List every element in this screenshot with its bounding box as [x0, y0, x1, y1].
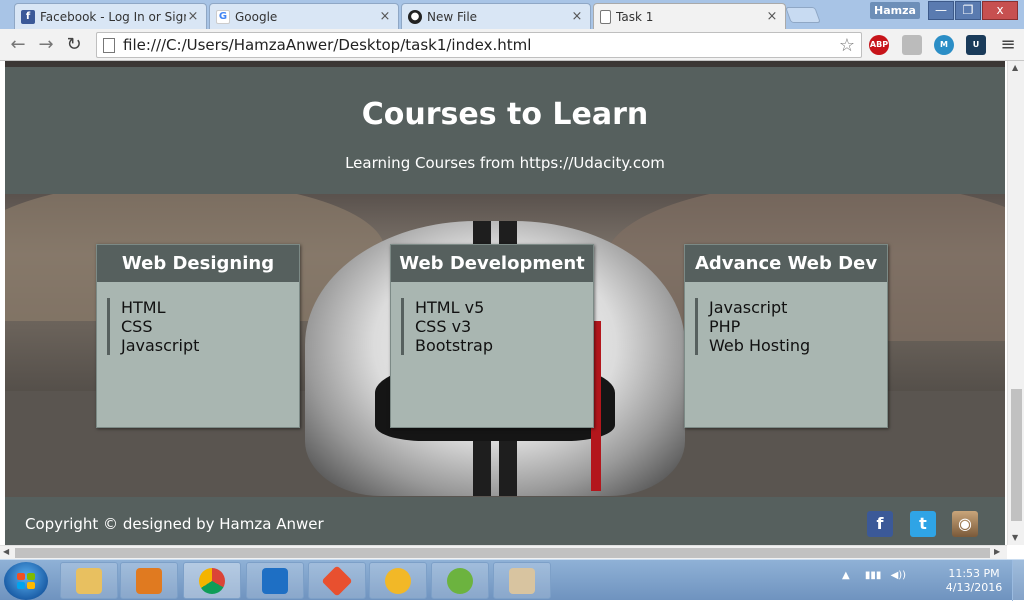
menu-icon[interactable]: ≡ [996, 33, 1020, 57]
extension-u-icon[interactable]: U [966, 35, 986, 55]
page-subtitle: Learning Courses from https://Udacity.co… [345, 154, 665, 172]
taskbar-media-player[interactable] [120, 562, 178, 599]
course-list: HTML v5 CSS v3 Bootstrap [401, 298, 593, 355]
card-title: Web Designing [97, 245, 299, 282]
card-title: Web Development [391, 245, 593, 282]
scroll-thumb[interactable] [15, 548, 990, 558]
page-icon [600, 9, 611, 24]
list-item: Javascript [121, 336, 200, 355]
tab-google[interactable]: G Google × [209, 3, 399, 29]
new-tab-button[interactable] [785, 7, 821, 23]
volume-icon[interactable]: ◀)) [891, 570, 907, 581]
facebook-icon[interactable]: f [867, 511, 893, 537]
shield-icon[interactable] [902, 35, 922, 55]
chrome-canary-icon [385, 567, 411, 594]
reload-icon[interactable]: ↻ [62, 33, 86, 57]
windows-taskbar: ▲ ▮▮▮ ◀)) 11:53 PM 4/13/2016 [0, 559, 1024, 601]
minimize-button[interactable]: — [928, 1, 954, 20]
page-icon [103, 37, 115, 53]
taskbar-clock[interactable]: 11:53 PM 4/13/2016 [940, 567, 1008, 595]
bookmark-star-icon[interactable]: ☆ [839, 35, 855, 56]
scroll-right-icon[interactable]: ▶ [994, 547, 1000, 556]
tray-expand-icon[interactable]: ▲ [842, 570, 850, 581]
window-close-button[interactable]: x [982, 1, 1018, 20]
tab-label: Facebook - Log In or Sign [40, 9, 186, 24]
media-player-icon [136, 567, 162, 594]
taskbar-explorer[interactable] [60, 562, 118, 599]
taskbar-chrome[interactable] [183, 562, 241, 599]
taskbar-vscode[interactable] [246, 562, 304, 599]
clock-date: 4/13/2016 [945, 581, 1003, 594]
folder-icon [76, 567, 102, 594]
scroll-thumb[interactable] [1011, 389, 1022, 521]
scroll-up-icon[interactable]: ▲ [1012, 63, 1018, 72]
list-item: Bootstrap [415, 336, 493, 355]
maximize-button[interactable]: ❐ [955, 1, 981, 20]
tab-new-file[interactable]: ● New File × [401, 3, 591, 29]
browser-tab-strip: f Facebook - Log In or Sign × G Google ×… [0, 0, 1024, 29]
list-item: CSS [121, 317, 153, 336]
list-item: HTML v5 [415, 298, 485, 317]
show-desktop-button[interactable] [1012, 560, 1024, 601]
browser-toolbar: ← → ↻ file:///C:/Users/HamzaAnwer/Deskto… [0, 29, 1024, 61]
page-viewport: Courses to Learn Learning Courses from h… [0, 61, 1024, 545]
list-item: Javascript [709, 298, 788, 317]
page-footer: Copyright © designed by Hamza Anwer f t … [5, 497, 1005, 545]
chrome-icon [199, 567, 225, 594]
taskbar-chrome-canary[interactable] [369, 562, 427, 599]
windows-logo-icon [17, 573, 35, 589]
start-button[interactable] [4, 562, 48, 600]
clock-time: 11:53 PM [948, 567, 1000, 580]
vertical-scrollbar[interactable]: ▲ ▼ [1007, 61, 1024, 545]
git-icon [321, 564, 353, 597]
tab-label: Google [235, 9, 278, 24]
google-icon: G [216, 9, 230, 24]
copyright-text: Copyright © designed by Hamza Anwer [25, 515, 324, 533]
list-item: PHP [709, 317, 741, 336]
forward-icon[interactable]: → [34, 33, 58, 57]
extension-m-icon[interactable]: M [934, 35, 954, 55]
paint-icon [509, 567, 535, 594]
tab-label: Task 1 [616, 9, 654, 24]
close-icon[interactable]: × [570, 9, 584, 24]
profile-button[interactable]: Hamza [870, 2, 920, 19]
page-header: Courses to Learn Learning Courses from h… [5, 67, 1005, 194]
taskbar-git[interactable] [308, 562, 366, 599]
close-icon[interactable]: × [186, 9, 200, 24]
taskbar-utorrent[interactable] [431, 562, 489, 599]
card-title: Advance Web Dev [685, 245, 887, 282]
list-item: CSS v3 [415, 317, 472, 336]
tab-task1[interactable]: Task 1 × [593, 3, 786, 29]
system-tray: ▲ ▮▮▮ ◀)) [842, 570, 906, 581]
twitter-icon[interactable]: t [910, 511, 936, 537]
course-card: Web Designing HTML CSS Javascript [96, 244, 300, 428]
horizontal-scrollbar[interactable]: ◀ ▶ [0, 545, 1007, 559]
network-icon[interactable]: ▮▮▮ [865, 570, 882, 581]
facebook-icon: f [21, 9, 35, 24]
list-item: HTML [121, 298, 166, 317]
utorrent-icon [447, 567, 473, 594]
address-bar[interactable]: file:///C:/Users/HamzaAnwer/Desktop/task… [96, 32, 862, 58]
back-icon[interactable]: ← [6, 33, 30, 57]
close-icon[interactable]: × [378, 9, 392, 24]
taskbar-paint[interactable] [493, 562, 551, 599]
list-item: Web Hosting [709, 336, 811, 355]
course-card: Advance Web Dev Javascript PHP Web Hosti… [684, 244, 888, 428]
course-list: HTML CSS Javascript [107, 298, 299, 355]
url-text[interactable]: file:///C:/Users/HamzaAnwer/Desktop/task… [123, 36, 839, 54]
course-list: Javascript PHP Web Hosting [695, 298, 887, 355]
github-icon: ● [408, 9, 422, 24]
tab-facebook[interactable]: f Facebook - Log In or Sign × [14, 3, 207, 29]
visual-studio-icon [262, 567, 288, 594]
page-title: Courses to Learn [361, 97, 649, 132]
tab-label: New File [427, 9, 478, 24]
scroll-left-icon[interactable]: ◀ [3, 547, 9, 556]
instagram-icon[interactable]: ◉ [952, 511, 978, 537]
close-icon[interactable]: × [765, 9, 779, 24]
adblock-icon[interactable]: ABP [869, 35, 889, 55]
scroll-down-icon[interactable]: ▼ [1012, 533, 1018, 542]
course-card: Web Development HTML v5 CSS v3 Bootstrap [390, 244, 594, 428]
web-page: Courses to Learn Learning Courses from h… [5, 61, 1005, 545]
